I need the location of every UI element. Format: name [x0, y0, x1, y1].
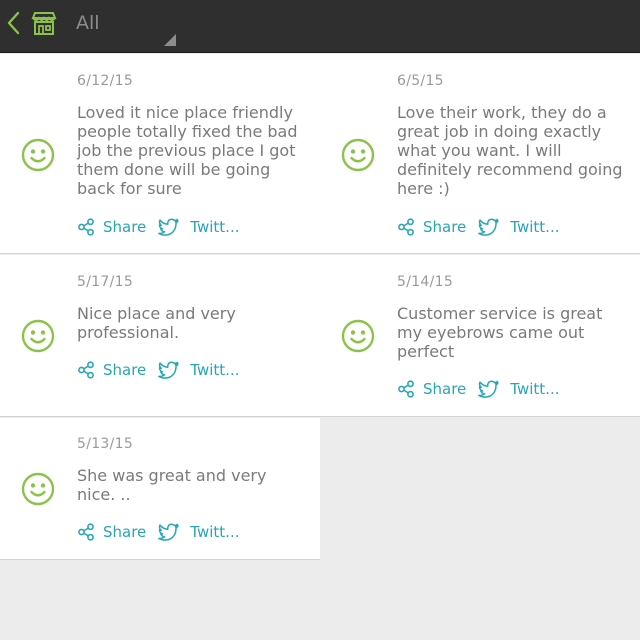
smiley-face-icon: [21, 472, 55, 506]
twitter-label: Twitt...: [510, 380, 560, 398]
twitter-button[interactable]: Twitt...: [158, 523, 239, 541]
smiley-face-icon: [341, 319, 375, 353]
review-text: Loved it nice place friendly people tota…: [77, 103, 298, 198]
twitter-button[interactable]: Twitt...: [158, 218, 239, 236]
review-date: 6/5/15: [397, 73, 444, 89]
share-icon: [78, 218, 94, 236]
share-label: Share: [103, 361, 147, 379]
review-date: 6/12/15: [77, 73, 134, 89]
share-button[interactable]: Share: [77, 361, 146, 379]
twitter-bird-icon: [158, 361, 180, 379]
share-label: Share: [103, 218, 147, 236]
share-button[interactable]: Share: [77, 218, 146, 236]
twitter-label: Twitt...: [190, 361, 240, 379]
review-actions: Share Twitt...: [77, 359, 239, 381]
review-card: 5/14/15 Customer service is great my eye…: [320, 255, 640, 417]
review-date: 5/17/15: [77, 274, 134, 290]
share-button[interactable]: Share: [397, 218, 466, 236]
storefront-icon: [31, 12, 57, 35]
chevron-left-icon[interactable]: [6, 10, 22, 36]
share-label: Share: [423, 218, 467, 236]
review-card: 6/12/15 Loved it nice place friendly peo…: [0, 54, 320, 254]
review-card: 6/5/15 Love their work, they do a great …: [320, 54, 640, 254]
share-icon: [398, 380, 414, 398]
smiley-face-icon: [21, 319, 55, 353]
twitter-bird-icon: [158, 218, 180, 236]
review-actions: Share Twitt...: [397, 378, 559, 400]
twitter-bird-icon: [478, 380, 500, 398]
share-label: Share: [423, 380, 467, 398]
review-actions: Share Twitt...: [77, 216, 239, 238]
review-card: 5/13/15 She was great and very nice. .. …: [0, 418, 320, 560]
review-date: 5/14/15: [397, 274, 454, 290]
twitter-button[interactable]: Twitt...: [478, 380, 559, 398]
smiley-face-icon: [21, 138, 55, 172]
review-actions: Share Twitt...: [77, 521, 239, 543]
share-button[interactable]: Share: [397, 380, 466, 398]
filter-dropdown-value: All: [76, 12, 100, 34]
share-button[interactable]: Share: [77, 523, 146, 541]
twitter-bird-icon: [478, 218, 500, 236]
twitter-bird-icon: [158, 523, 180, 541]
review-actions: Share Twitt...: [397, 216, 559, 238]
share-icon: [398, 218, 414, 236]
review-text: Customer service is great my eyebrows ca…: [397, 304, 603, 361]
app-bar: All: [0, 0, 640, 53]
twitter-button[interactable]: Twitt...: [478, 218, 559, 236]
twitter-label: Twitt...: [190, 218, 240, 236]
review-date: 5/13/15: [77, 436, 134, 452]
review-card: 5/17/15 Nice place and very professional…: [0, 255, 320, 417]
share-label: Share: [103, 523, 147, 541]
review-text: She was great and very nice. ..: [77, 466, 267, 504]
share-icon: [78, 361, 94, 379]
review-text: Nice place and very professional.: [77, 304, 236, 342]
twitter-label: Twitt...: [510, 218, 560, 236]
review-text: Love their work, they do a great job in …: [397, 103, 623, 198]
twitter-label: Twitt...: [190, 523, 240, 541]
share-icon: [78, 523, 94, 541]
dropdown-caret-icon: [164, 34, 176, 46]
smiley-face-icon: [341, 138, 375, 172]
filter-dropdown[interactable]: All: [64, 6, 182, 50]
twitter-button[interactable]: Twitt...: [158, 361, 239, 379]
